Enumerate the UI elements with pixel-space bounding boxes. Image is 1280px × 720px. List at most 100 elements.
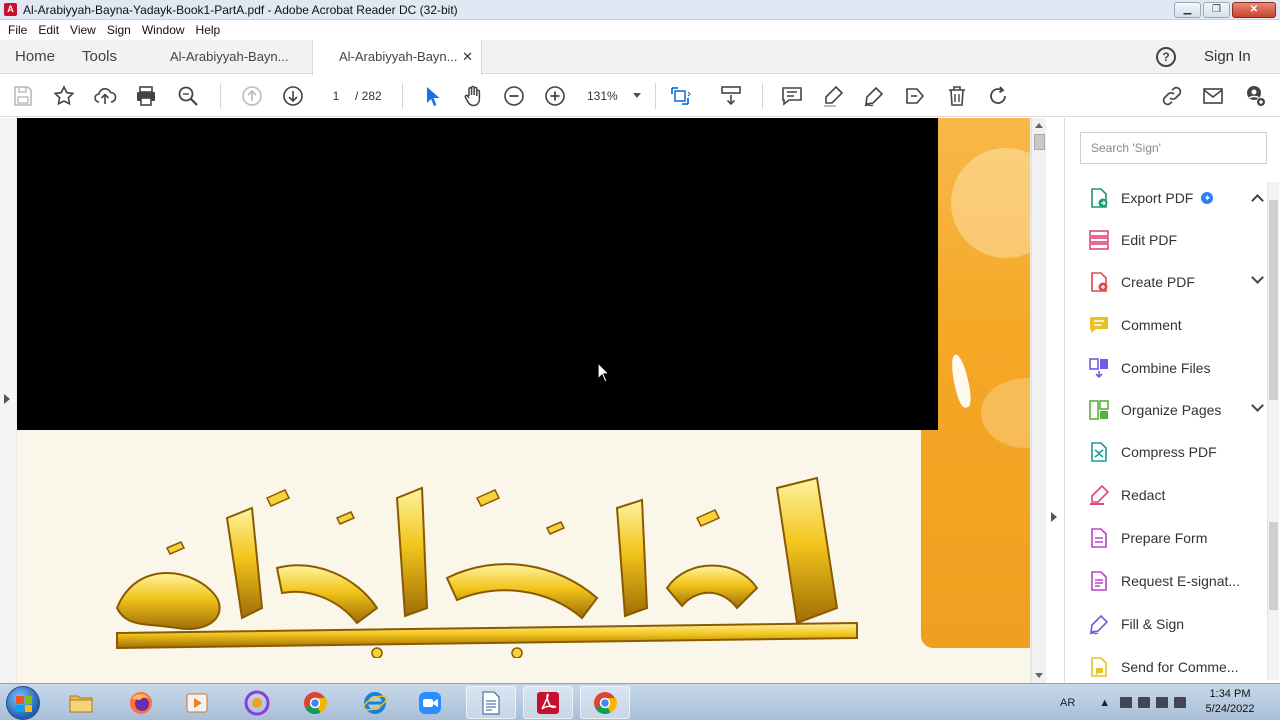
share-link-icon[interactable]	[1160, 84, 1184, 108]
menu-help[interactable]: Help	[196, 23, 221, 37]
tools-pane-scrollbar[interactable]	[1267, 182, 1279, 680]
delete-trash-icon[interactable]	[945, 84, 969, 108]
tools-search-input[interactable]: Search 'Sign'	[1080, 132, 1267, 164]
taskbar-zoom[interactable]	[405, 686, 455, 719]
tool-export-pdf[interactable]: Export PDF ✦	[1087, 183, 1264, 213]
tool-request-esignatures[interactable]: Request E-signat...	[1087, 566, 1257, 596]
taskbar-firefox[interactable]	[116, 686, 166, 719]
help-icon[interactable]: ?	[1156, 47, 1176, 67]
document-viewport[interactable]	[0, 118, 1057, 683]
taskbar-document-editor[interactable]	[466, 686, 516, 719]
export-pdf-icon	[1087, 186, 1111, 210]
print-icon[interactable]	[134, 84, 158, 108]
draw-sign-icon[interactable]	[862, 84, 886, 108]
start-button[interactable]	[6, 686, 40, 720]
bookmark-star-icon[interactable]	[52, 84, 76, 108]
tool-create-pdf[interactable]: Create PDF	[1087, 267, 1264, 297]
menu-sign[interactable]: Sign	[107, 23, 131, 37]
taskbar-chrome-window[interactable]	[580, 686, 630, 719]
add-user-icon[interactable]	[1242, 84, 1266, 108]
tab-home[interactable]: Home	[15, 40, 55, 74]
chevron-down-icon[interactable]	[1251, 399, 1264, 412]
taskbar-app-circle[interactable]	[232, 686, 282, 719]
premium-badge-icon: ✦	[1201, 192, 1214, 204]
tool-comment[interactable]: Comment	[1087, 310, 1257, 340]
scroll-up-icon[interactable]	[1035, 123, 1043, 128]
taskbar-clock[interactable]: 1:34 PM 5/24/2022	[1200, 687, 1260, 717]
restore-button[interactable]: ❐	[1203, 2, 1230, 18]
zoom-in-icon[interactable]	[543, 84, 567, 108]
device-icon[interactable]	[1138, 697, 1151, 708]
tab-document-1[interactable]: Al-Arabiyyah-Bayn...	[144, 40, 312, 74]
page-total: / 282	[355, 89, 382, 103]
collapse-tools-pane-icon[interactable]	[1051, 512, 1057, 522]
taskbar-internet-explorer[interactable]	[350, 686, 400, 719]
upload-cloud-icon[interactable]	[93, 84, 117, 108]
tool-send-for-comments[interactable]: Send for Comme...	[1087, 652, 1257, 682]
tool-prepare-form[interactable]: Prepare Form	[1087, 523, 1257, 553]
menu-window[interactable]: Window	[142, 23, 185, 37]
action-center-flag-icon[interactable]	[1120, 697, 1133, 708]
taskbar-file-explorer[interactable]	[56, 686, 106, 719]
menu-edit[interactable]: Edit	[38, 23, 59, 37]
menu-view[interactable]: View	[70, 23, 96, 37]
combine-files-icon	[1087, 356, 1111, 380]
taskbar-chrome[interactable]	[290, 686, 340, 719]
show-hidden-icons-icon[interactable]: ▲	[1099, 697, 1110, 709]
scroll-thumb[interactable]	[1034, 134, 1045, 150]
tab-tools[interactable]: Tools	[82, 40, 117, 74]
tab-document-2[interactable]: Al-Arabiyyah-Bayn... ✕	[312, 40, 482, 75]
menu-bar: File Edit View Sign Window Help	[0, 20, 1280, 40]
previous-page-icon[interactable]	[240, 84, 264, 108]
comment-icon[interactable]	[780, 84, 804, 108]
tool-label: Redact	[1121, 487, 1166, 503]
zoom-dropdown-chevron-icon[interactable]	[633, 93, 641, 98]
compress-pdf-icon	[1087, 440, 1111, 464]
stamp-edit-icon[interactable]	[903, 84, 927, 108]
minimize-button[interactable]: ▁	[1174, 2, 1201, 18]
tool-combine-files[interactable]: Combine Files	[1087, 353, 1257, 383]
tab-close-icon[interactable]: ✕	[462, 40, 473, 74]
tool-edit-pdf[interactable]: Edit PDF	[1087, 225, 1257, 255]
chevron-up-icon[interactable]	[1251, 194, 1264, 207]
zoom-level-field[interactable]: 131%	[587, 86, 627, 106]
next-page-icon[interactable]	[281, 84, 305, 108]
tool-compress-pdf[interactable]: Compress PDF	[1087, 437, 1257, 467]
document-editor-icon	[482, 691, 500, 714]
acrobat-app-icon: A	[4, 3, 17, 16]
close-window-button[interactable]: ✕	[1232, 2, 1276, 18]
taskbar-media-player[interactable]	[172, 686, 222, 719]
navigation-pane-toggle[interactable]	[0, 118, 16, 683]
tools-pane-scroll-thumb-lower[interactable]	[1269, 522, 1278, 610]
zoom-out-icon[interactable]	[502, 84, 526, 108]
chevron-down-icon[interactable]	[1251, 271, 1264, 284]
tools-pane-scroll-thumb[interactable]	[1269, 200, 1278, 400]
sign-in-button[interactable]: Sign In	[1204, 40, 1251, 74]
select-cursor-icon[interactable]	[420, 84, 444, 108]
scroll-down-icon[interactable]	[1035, 673, 1043, 678]
network-icon[interactable]	[1156, 697, 1169, 708]
scroll-mode-icon[interactable]	[719, 84, 743, 108]
main-toolbar: 1 / 282 131%	[0, 75, 1280, 117]
highlight-pen-icon[interactable]	[821, 84, 845, 108]
save-icon[interactable]	[11, 84, 35, 108]
hand-pan-icon[interactable]	[461, 84, 485, 108]
taskbar-acrobat-reader[interactable]	[523, 686, 573, 719]
volume-icon[interactable]	[1174, 697, 1187, 708]
zoom-search-icon[interactable]	[176, 84, 200, 108]
app-circle-icon	[244, 690, 270, 715]
tool-label: Edit PDF	[1121, 232, 1178, 248]
rotate-icon[interactable]	[986, 84, 1010, 108]
page-number-input[interactable]: 1	[322, 86, 350, 106]
tool-redact[interactable]: Redact	[1087, 480, 1257, 510]
tool-label: Compress PDF	[1121, 444, 1217, 460]
email-icon[interactable]	[1201, 84, 1225, 108]
tool-organize-pages[interactable]: Organize Pages	[1087, 395, 1264, 425]
menu-file[interactable]: File	[8, 23, 27, 37]
title-bar: A Al-Arabiyyah-Bayna-Yadayk-Book1-PartA.…	[0, 0, 1280, 20]
document-vertical-scrollbar[interactable]	[1031, 118, 1046, 683]
tool-fill-sign[interactable]: Fill & Sign	[1087, 609, 1257, 639]
fit-page-icon[interactable]	[668, 84, 692, 108]
input-language[interactable]: AR	[1060, 697, 1075, 709]
expand-left-pane-icon[interactable]	[4, 394, 10, 404]
